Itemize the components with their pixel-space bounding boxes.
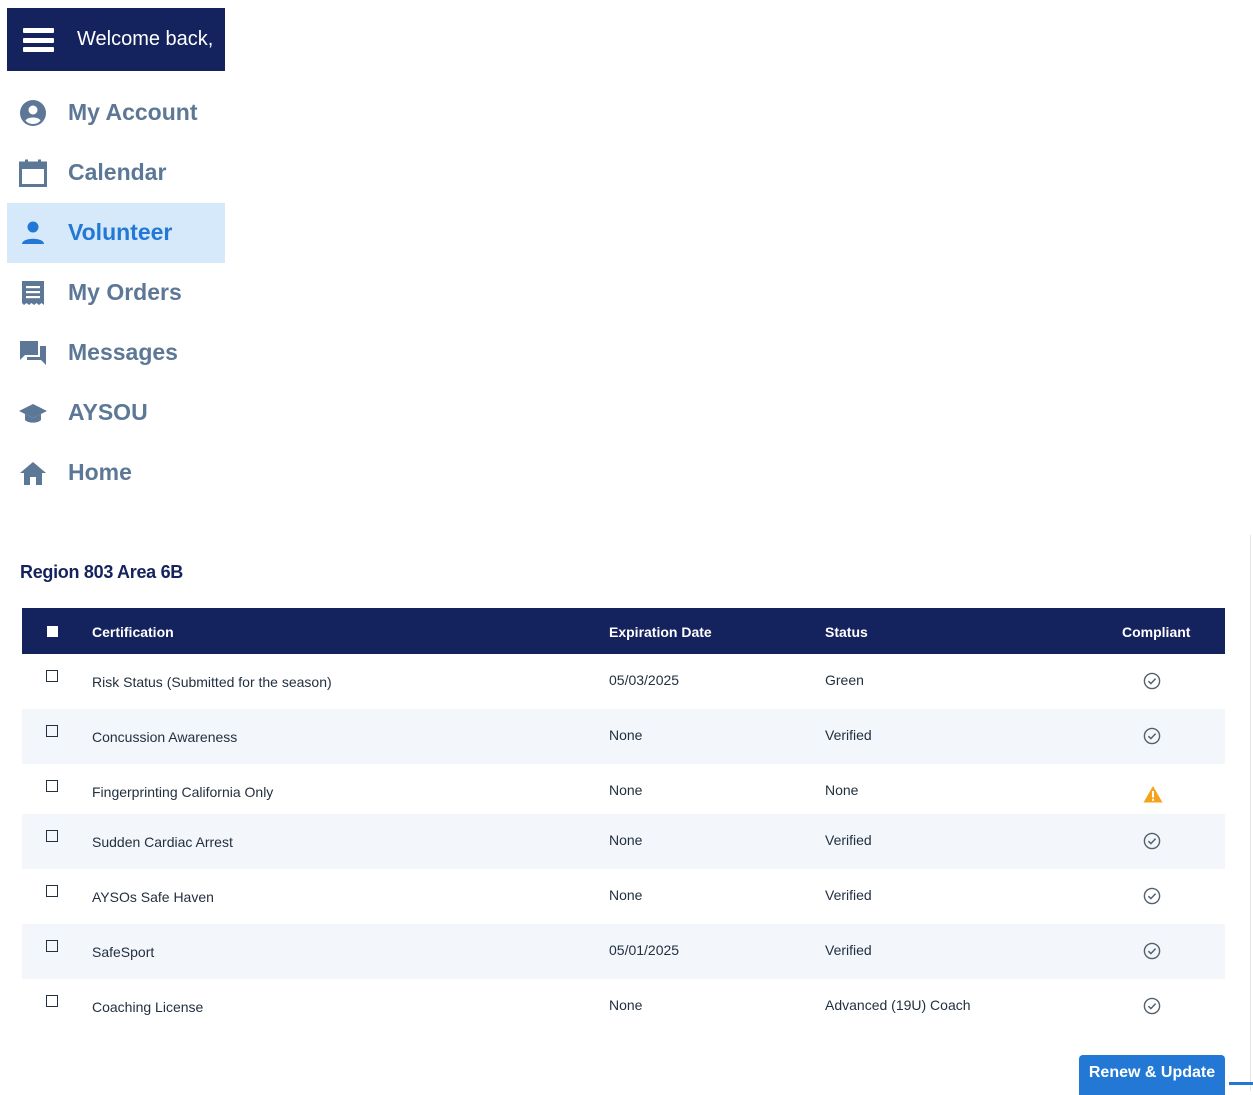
row-checkbox[interactable] — [46, 830, 58, 842]
certification-name: Fingerprinting California Only — [92, 784, 274, 800]
sidebar-item-label: My Account — [68, 99, 198, 125]
row-checkbox[interactable] — [46, 940, 58, 952]
check-circle-icon — [1143, 942, 1161, 960]
chat-icon — [19, 339, 47, 367]
status-value: Green — [825, 672, 864, 688]
sidebar-item-aysou[interactable]: AYSOU — [7, 383, 225, 443]
certification-name: Concussion Awareness — [92, 729, 238, 745]
table-header-row: Certification Expiration Date Status Com… — [22, 608, 1225, 654]
certification-name: SafeSport — [92, 944, 155, 960]
header-certification[interactable]: Certification — [92, 624, 174, 640]
status-value: Verified — [825, 942, 872, 958]
expiration-date: None — [609, 727, 643, 743]
table-row: SafeSport 05/01/2025 Verified — [22, 924, 1225, 979]
row-checkbox[interactable] — [46, 995, 58, 1007]
header-expiration-date[interactable]: Expiration Date — [609, 624, 712, 640]
status-value: Advanced (19U) Coach — [825, 997, 971, 1013]
warning-icon — [1143, 786, 1163, 803]
sidebar-item-calendar[interactable]: Calendar — [7, 143, 225, 203]
table-row: Fingerprinting California Only None None — [22, 764, 1225, 814]
renew-update-button[interactable]: Renew & Update — [1079, 1055, 1225, 1095]
graduation-cap-icon — [19, 399, 47, 427]
calendar-icon — [19, 159, 47, 187]
expiration-date: None — [609, 997, 643, 1013]
status-value: Verified — [825, 887, 872, 903]
expiration-date: None — [609, 782, 643, 798]
expiration-date: None — [609, 887, 643, 903]
row-checkbox[interactable] — [46, 725, 58, 737]
status-value: Verified — [825, 832, 872, 848]
check-circle-icon — [1143, 997, 1161, 1015]
sidebar-item-label: Home — [68, 459, 132, 485]
row-checkbox[interactable] — [46, 780, 58, 792]
expiration-date: 05/01/2025 — [609, 942, 680, 958]
expiration-date: 05/03/2025 — [609, 672, 680, 688]
sidebar-item-label: AYSOU — [68, 399, 148, 425]
check-circle-icon — [1143, 727, 1161, 745]
certification-table: Certification Expiration Date Status Com… — [22, 608, 1225, 1034]
select-all-checkbox[interactable] — [47, 626, 58, 637]
sidebar-item-label: Volunteer — [68, 219, 173, 245]
table-row: Coaching License None Advanced (19U) Coa… — [22, 979, 1225, 1034]
partial-button-edge — [1229, 1082, 1253, 1085]
check-circle-icon — [1143, 672, 1161, 690]
table-row: Risk Status (Submitted for the season) 0… — [22, 654, 1225, 709]
certification-name: Coaching License — [92, 999, 204, 1015]
table-row: AYSOs Safe Haven None Verified — [22, 869, 1225, 924]
expiration-date: None — [609, 832, 643, 848]
top-bar: Welcome back, — [7, 8, 225, 71]
table-row: Concussion Awareness None Verified — [22, 709, 1225, 764]
row-checkbox[interactable] — [46, 670, 58, 682]
sidebar-item-messages[interactable]: Messages — [7, 323, 225, 383]
certification-name: Risk Status (Submitted for the season) — [92, 674, 332, 690]
region-title: Region 803 Area 6B — [20, 562, 183, 582]
sidebar-item-home[interactable]: Home — [7, 443, 225, 503]
status-value: None — [825, 782, 859, 798]
hamburger-menu-icon[interactable] — [23, 28, 54, 52]
sidebar-nav: My Account Calendar Volunteer My Orders … — [7, 83, 225, 503]
sidebar-item-my-orders[interactable]: My Orders — [7, 263, 225, 323]
certification-name: Sudden Cardiac Arrest — [92, 834, 233, 850]
check-circle-icon — [1143, 832, 1161, 850]
sidebar-item-label: My Orders — [68, 279, 182, 305]
table-row: Sudden Cardiac Arrest None Verified — [22, 814, 1225, 869]
header-status[interactable]: Status — [825, 624, 868, 640]
home-icon — [19, 459, 47, 487]
header-compliant[interactable]: Compliant — [1122, 624, 1190, 640]
sidebar-item-label: Messages — [68, 339, 178, 365]
person-icon — [19, 219, 47, 247]
check-circle-icon — [1143, 887, 1161, 905]
sidebar-item-label: Calendar — [68, 159, 167, 185]
status-value: Verified — [825, 727, 872, 743]
account-circle-icon — [19, 99, 47, 127]
certification-name: AYSOs Safe Haven — [92, 889, 214, 905]
welcome-text: Welcome back, — [77, 28, 214, 50]
sidebar-item-volunteer[interactable]: Volunteer — [7, 203, 225, 263]
panel-edge-divider — [1250, 535, 1251, 1091]
row-checkbox[interactable] — [46, 885, 58, 897]
sidebar-item-my-account[interactable]: My Account — [7, 83, 225, 143]
receipt-icon — [19, 279, 47, 307]
